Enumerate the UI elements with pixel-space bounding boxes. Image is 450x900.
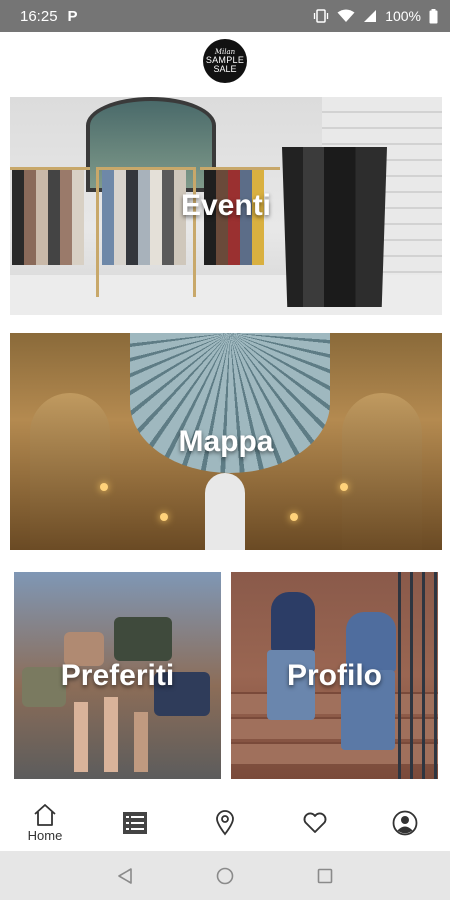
lamp-glow — [160, 513, 168, 521]
leg — [104, 697, 118, 772]
lamp-glow — [290, 513, 298, 521]
list-icon — [123, 812, 147, 834]
tile-preferiti[interactable]: Preferiti — [14, 572, 221, 779]
tile-profilo-label: Profilo — [287, 658, 382, 692]
tile-mappa[interactable]: Mappa — [10, 333, 442, 550]
lamp-glow — [100, 483, 108, 491]
home-circle-icon — [216, 867, 234, 884]
nav-list[interactable] — [105, 797, 165, 849]
galleria-arch-right — [342, 393, 422, 550]
recents-icon — [317, 868, 333, 883]
handbag — [114, 617, 172, 661]
battery-percent: 100% — [385, 8, 421, 24]
map-pin-icon — [216, 810, 234, 836]
tile-preferiti-label: Preferiti — [60, 658, 175, 692]
tile-mappa-label: Mappa — [178, 424, 274, 458]
system-nav-bar — [0, 851, 450, 900]
tile-profilo[interactable]: Profilo — [231, 572, 438, 779]
wifi-icon — [337, 9, 355, 22]
clothing-rack — [200, 167, 280, 297]
vibrate-icon — [314, 9, 329, 23]
system-home-button[interactable] — [211, 862, 239, 890]
back-icon — [118, 867, 132, 884]
home-icon — [34, 804, 56, 826]
system-recents-button[interactable] — [311, 862, 339, 890]
galleria-gate — [205, 473, 245, 550]
status-right: 100% — [313, 8, 438, 24]
system-back-button[interactable] — [111, 862, 139, 890]
status-bar: 16:25 P 100% — [0, 0, 450, 32]
clothing-rack — [96, 167, 196, 297]
lamp-glow — [340, 483, 348, 491]
status-time: 16:25 — [20, 7, 58, 25]
black-coats — [282, 147, 387, 307]
user-icon — [392, 810, 418, 836]
app-header: Milan SAMPLE SALE — [0, 32, 450, 90]
galleria-arch-left — [30, 393, 110, 550]
bottom-nav: Home — [0, 795, 450, 851]
clothing-rack — [10, 167, 90, 297]
nav-map[interactable] — [195, 797, 255, 849]
nav-profile[interactable] — [375, 797, 435, 849]
handbag — [22, 667, 66, 707]
stair-railing — [398, 572, 438, 779]
signal-icon — [364, 10, 377, 22]
person-left — [271, 592, 315, 652]
tile-eventi[interactable]: Eventi — [10, 97, 442, 315]
heart-icon — [303, 812, 327, 833]
nav-favorites[interactable] — [285, 797, 345, 849]
leg — [74, 702, 88, 772]
parking-app-icon: P — [67, 7, 78, 25]
logo-line-3: SALE — [213, 63, 237, 74]
status-left: 16:25 P — [20, 8, 78, 25]
leg — [134, 712, 148, 772]
tile-eventi-label: Eventi — [180, 189, 272, 222]
app-logo[interactable]: Milan SAMPLE SALE — [203, 39, 247, 83]
battery-icon — [429, 8, 438, 23]
nav-home[interactable]: Home — [15, 797, 75, 849]
nav-home-label: Home — [27, 828, 63, 843]
